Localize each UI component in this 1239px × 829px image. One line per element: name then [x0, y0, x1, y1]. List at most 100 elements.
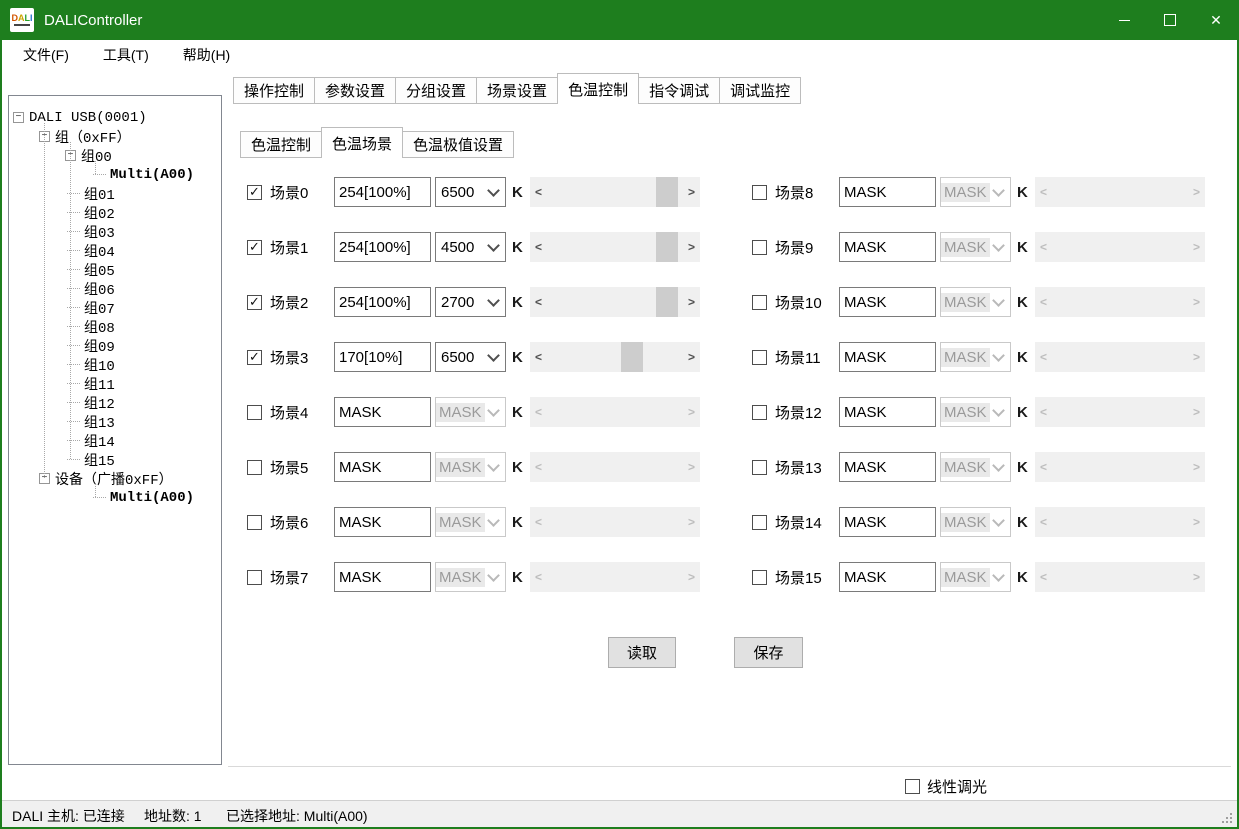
minimize-button[interactable]	[1101, 0, 1147, 40]
scene-level-input[interactable]	[334, 507, 431, 537]
scrollbar-right-arrow-icon[interactable]: >	[683, 452, 700, 482]
scene-kelvin-combobox[interactable]: MASK	[435, 397, 506, 427]
scrollbar-left-arrow-icon[interactable]: <	[530, 452, 547, 482]
scrollbar-right-arrow-icon[interactable]: >	[683, 342, 700, 372]
scrollbar-left-arrow-icon[interactable]: <	[530, 177, 547, 207]
scene-scrollbar[interactable]: < >	[1035, 507, 1205, 537]
scene-kelvin-combobox[interactable]: MASK	[940, 452, 1011, 482]
tree-item[interactable]: 组05	[9, 260, 221, 279]
tree-item[interactable]: 组13	[9, 412, 221, 431]
subtab-1[interactable]: 色温场景	[321, 127, 403, 158]
scrollbar-right-arrow-icon[interactable]: >	[1188, 397, 1205, 427]
scene-kelvin-combobox[interactable]: 6500	[435, 342, 506, 372]
scene-level-input[interactable]	[334, 342, 431, 372]
scrollbar-left-arrow-icon[interactable]: <	[530, 397, 547, 427]
scrollbar-left-arrow-icon[interactable]: <	[1035, 397, 1052, 427]
scrollbar-right-arrow-icon[interactable]: >	[1188, 452, 1205, 482]
scene-kelvin-combobox[interactable]: MASK	[940, 507, 1011, 537]
tree-item[interactable]: 组02	[9, 203, 221, 222]
tab-3[interactable]: 场景设置	[476, 77, 558, 104]
scene-level-input[interactable]	[839, 232, 936, 262]
tree-item[interactable]: 组14	[9, 431, 221, 450]
scrollbar-right-arrow-icon[interactable]: >	[1188, 287, 1205, 317]
scene-level-input[interactable]	[839, 342, 936, 372]
scene-scrollbar[interactable]: < >	[1035, 177, 1205, 207]
scene-level-input[interactable]	[839, 177, 936, 207]
scrollbar-left-arrow-icon[interactable]: <	[530, 287, 547, 317]
scene-kelvin-combobox[interactable]: MASK	[940, 177, 1011, 207]
scene-level-input[interactable]	[334, 452, 431, 482]
scrollbar-right-arrow-icon[interactable]: >	[683, 562, 700, 592]
scrollbar-left-arrow-icon[interactable]: <	[1035, 342, 1052, 372]
scene-level-input[interactable]	[839, 562, 936, 592]
scene-kelvin-combobox[interactable]: MASK	[940, 287, 1011, 317]
tree-item[interactable]: − 设备（广播0xFF）	[9, 469, 221, 488]
scrollbar-right-arrow-icon[interactable]: >	[1188, 507, 1205, 537]
scene-kelvin-combobox[interactable]: MASK	[940, 232, 1011, 262]
scene-checkbox[interactable]	[752, 405, 767, 420]
tree-item[interactable]: 组04	[9, 241, 221, 260]
tree-item[interactable]: 组12	[9, 393, 221, 412]
scene-scrollbar[interactable]: < >	[1035, 397, 1205, 427]
scene-kelvin-combobox[interactable]: MASK	[435, 507, 506, 537]
close-button[interactable]: ✕	[1193, 0, 1239, 40]
scrollbar-left-arrow-icon[interactable]: <	[530, 507, 547, 537]
tree-item[interactable]: 组15	[9, 450, 221, 469]
scene-checkbox[interactable]	[752, 185, 767, 200]
scene-checkbox[interactable]: ✓	[247, 350, 262, 365]
scrollbar-right-arrow-icon[interactable]: >	[683, 232, 700, 262]
read-button[interactable]: 读取	[608, 637, 676, 668]
tab-6[interactable]: 调试监控	[719, 77, 801, 104]
scene-checkbox[interactable]	[247, 460, 262, 475]
scene-checkbox[interactable]	[247, 515, 262, 530]
menu-item[interactable]: 文件(F)	[10, 41, 82, 69]
maximize-button[interactable]	[1147, 0, 1193, 40]
scene-scrollbar[interactable]: < >	[1035, 452, 1205, 482]
scene-checkbox[interactable]	[752, 460, 767, 475]
subtab-2[interactable]: 色温极值设置	[402, 131, 514, 158]
scene-checkbox[interactable]: ✓	[247, 295, 262, 310]
scene-level-input[interactable]	[334, 562, 431, 592]
tree-item[interactable]: 组10	[9, 355, 221, 374]
scene-scrollbar[interactable]: < >	[530, 397, 700, 427]
scrollbar-right-arrow-icon[interactable]: >	[1188, 562, 1205, 592]
tree-item[interactable]: 组09	[9, 336, 221, 355]
scene-kelvin-combobox[interactable]: 6500	[435, 177, 506, 207]
save-button[interactable]: 保存	[734, 637, 803, 668]
scrollbar-right-arrow-icon[interactable]: >	[683, 507, 700, 537]
scene-level-input[interactable]	[334, 287, 431, 317]
scrollbar-right-arrow-icon[interactable]: >	[683, 397, 700, 427]
scrollbar-left-arrow-icon[interactable]: <	[1035, 177, 1052, 207]
scene-checkbox[interactable]: ✓	[247, 185, 262, 200]
scrollbar-right-arrow-icon[interactable]: >	[683, 287, 700, 317]
scene-checkbox[interactable]	[247, 570, 262, 585]
scene-level-input[interactable]	[334, 397, 431, 427]
scene-scrollbar[interactable]: < >	[530, 507, 700, 537]
scene-checkbox[interactable]	[752, 570, 767, 585]
tree-item[interactable]: 组01	[9, 184, 221, 203]
scene-level-input[interactable]	[334, 232, 431, 262]
scene-scrollbar[interactable]: < >	[530, 342, 700, 372]
tree-item[interactable]: 组03	[9, 222, 221, 241]
scrollbar-thumb[interactable]	[656, 287, 678, 317]
tab-1[interactable]: 参数设置	[314, 77, 396, 104]
resize-grip-icon[interactable]	[1222, 821, 1224, 823]
scene-checkbox[interactable]	[247, 405, 262, 420]
scrollbar-right-arrow-icon[interactable]: >	[1188, 177, 1205, 207]
scene-scrollbar[interactable]: < >	[1035, 232, 1205, 262]
scene-scrollbar[interactable]: < >	[530, 452, 700, 482]
scrollbar-left-arrow-icon[interactable]: <	[530, 232, 547, 262]
tab-5[interactable]: 指令调试	[638, 77, 720, 104]
menu-item[interactable]: 帮助(H)	[170, 41, 243, 69]
tree-collapse-icon[interactable]: −	[13, 112, 24, 123]
scrollbar-left-arrow-icon[interactable]: <	[530, 562, 547, 592]
scrollbar-right-arrow-icon[interactable]: >	[1188, 232, 1205, 262]
linear-dimming-checkbox[interactable]	[905, 779, 920, 794]
scrollbar-left-arrow-icon[interactable]: <	[1035, 287, 1052, 317]
scene-kelvin-combobox[interactable]: 2700	[435, 287, 506, 317]
tab-2[interactable]: 分组设置	[395, 77, 477, 104]
scene-level-input[interactable]	[839, 452, 936, 482]
scene-scrollbar[interactable]: < >	[1035, 562, 1205, 592]
tree-item[interactable]: 组06	[9, 279, 221, 298]
tree-item[interactable]: − 组00	[9, 146, 221, 165]
